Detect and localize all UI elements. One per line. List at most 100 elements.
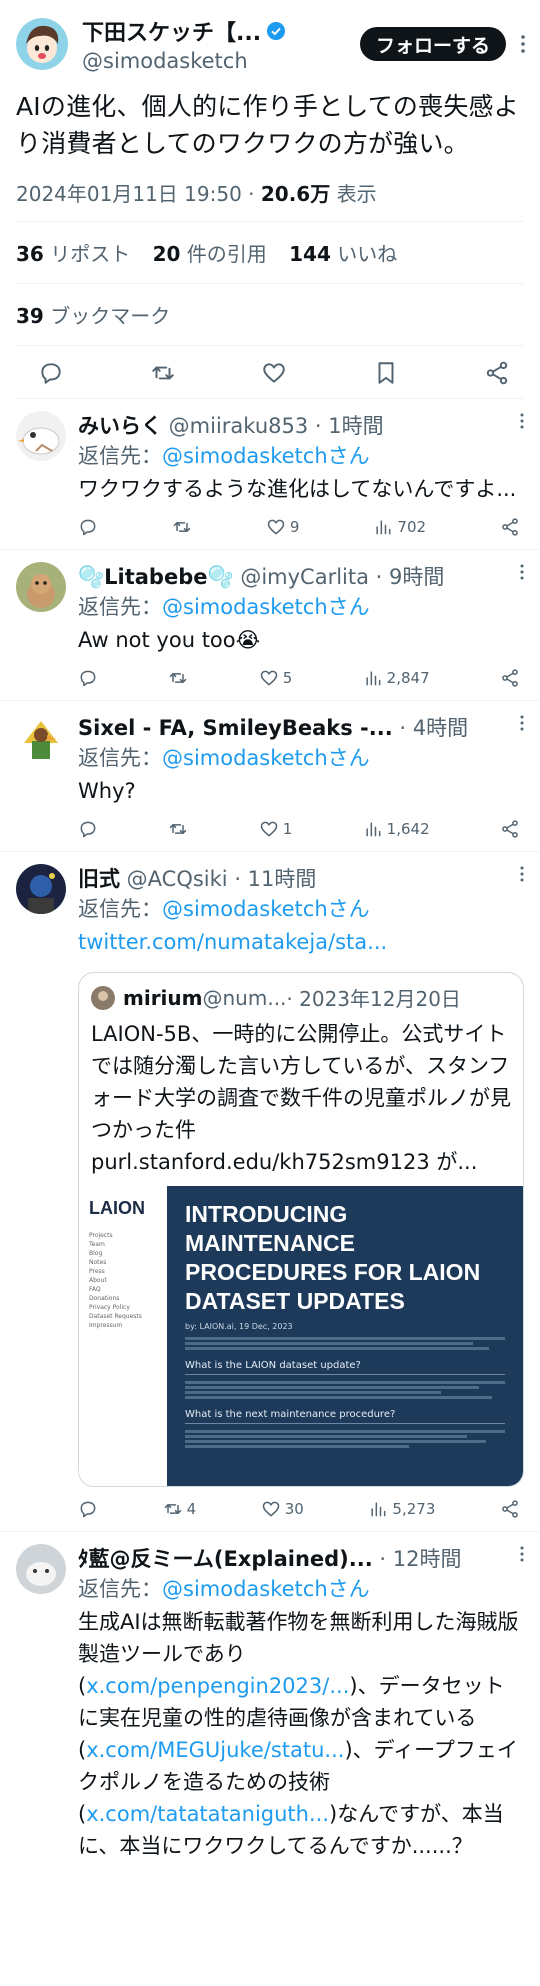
reply-link[interactable]: x.com/penpengin2023/... (86, 1674, 349, 1698)
avatar[interactable] (16, 1544, 66, 1594)
reply-tweet[interactable]: 旧式 @ACQsiki · 11時間 返信先：@simodasketchさん t… (0, 852, 540, 1532)
reply-tweet[interactable]: Sixel - FA, SmileyBeaks -... · 4時間 返信先：@… (0, 701, 540, 852)
reply-header: Sixel - FA, SmileyBeaks -... · 4時間 (78, 713, 524, 743)
share-icon[interactable] (500, 819, 520, 839)
repost-icon[interactable] (168, 668, 188, 688)
like-count: 9 (289, 518, 300, 536)
reply-time[interactable]: · 9時間 (369, 565, 445, 589)
reply-author-name[interactable]: 🫧Litabebe🫧 (78, 565, 234, 589)
verified-badge-icon (266, 21, 286, 41)
repost-count: 4 (186, 1500, 197, 1518)
reply-author-handle[interactable]: @imyCarlita (234, 565, 369, 589)
like-action[interactable]: 5 (259, 668, 293, 688)
reply-link[interactable]: x.com/tatatataniguth... (86, 1802, 329, 1826)
reply-tweet[interactable]: みいらく @miiraku853 · 1時間 返信先：@simodasketch… (0, 399, 540, 550)
share-icon[interactable] (500, 1499, 520, 1519)
repost-icon[interactable] (172, 517, 192, 537)
share-icon[interactable] (500, 668, 520, 688)
quoted-tweet-card[interactable]: mirium @num... · 2023年12月20日 LAION-5B、一時… (78, 972, 524, 1487)
views-action[interactable]: 2,847 (363, 668, 430, 688)
avatar[interactable] (16, 713, 66, 763)
like-count: 5 (282, 669, 293, 687)
nav-item: Projects (89, 1232, 113, 1239)
author-handle[interactable]: @simodasketch (82, 49, 360, 73)
reply-to-mention[interactable]: @simodasketchさん (162, 595, 370, 619)
reply-icon[interactable] (78, 819, 98, 839)
views-count: 702 (397, 518, 427, 536)
reply-time[interactable]: · 12時間 (373, 1547, 461, 1571)
more-options-icon[interactable] (520, 715, 524, 731)
reply-tweet[interactable]: ﾀ藍@反ミーム(Explained)... · 12時間 返信先：@simoda… (0, 1532, 540, 1874)
nav-item: Notes (89, 1259, 107, 1266)
reply-author-name[interactable]: みいらく (78, 414, 162, 438)
share-icon[interactable] (500, 517, 520, 537)
quoted-image[interactable]: LAION Projects Team Blog Notes Press Abo… (79, 1186, 523, 1486)
more-options-icon[interactable] (520, 866, 524, 882)
like-icon (266, 517, 286, 537)
laion-logo: LAION (89, 1198, 145, 1218)
likes-label: いいね (330, 242, 398, 266)
views-action[interactable]: 1,642 (363, 819, 430, 839)
like-action[interactable]: 30 (261, 1499, 304, 1519)
reply-time[interactable]: · 4時間 (393, 716, 468, 740)
reply-text: Why? (78, 779, 136, 803)
reply-author-name[interactable]: Sixel - FA, SmileyBeaks -... (78, 716, 393, 740)
views-action[interactable]: 702 (373, 517, 426, 537)
more-options-icon[interactable] (520, 1546, 524, 1562)
repost-icon[interactable] (168, 819, 188, 839)
reply-action-bar: 5 2,847 (78, 668, 524, 688)
likes-stat[interactable]: 144 いいね (289, 242, 397, 266)
bookmarks-stat[interactable]: 39 ブックマーク (16, 284, 524, 346)
reply-header: ﾀ藍@反ミーム(Explained)... · 12時間 (78, 1544, 524, 1574)
reply-time[interactable]: · 11時間 (228, 867, 316, 891)
reply-text: Aw not you too😭 (78, 628, 261, 652)
author-name[interactable]: 下田スケッチ【... (82, 15, 261, 47)
nav-item: Dataset Requests (89, 1313, 142, 1320)
more-options-icon[interactable] (520, 34, 526, 54)
bookmark-icon[interactable] (373, 360, 399, 386)
views-count: 20.6万 (260, 182, 331, 206)
bookmarks-label: ブックマーク (43, 304, 171, 328)
avatar (91, 985, 115, 1010)
repost-icon[interactable] (150, 360, 176, 386)
more-options-icon[interactable] (520, 413, 524, 429)
reposts-stat[interactable]: 36 リポスト (16, 242, 130, 266)
quotes-stat[interactable]: 20 件の引用 (153, 242, 267, 266)
follow-button[interactable]: フォローする (359, 27, 506, 61)
reply-time[interactable]: · 1時間 (308, 414, 384, 438)
reply-author-name[interactable]: 旧式 (78, 867, 120, 891)
avatar[interactable] (16, 18, 68, 70)
reply-icon[interactable] (38, 360, 64, 386)
reply-link[interactable]: twitter.com/numatakeja/sta... (78, 926, 524, 958)
share-icon[interactable] (484, 360, 510, 386)
views-action[interactable]: 5,273 (368, 1499, 435, 1519)
tweet-text: AIの進化、個人的に作り手としての喪失感より消費者としてのワクワクの方が強い。 (16, 92, 519, 158)
reply-to-mention[interactable]: @simodasketchさん (162, 897, 370, 921)
like-icon[interactable] (261, 360, 287, 386)
avatar[interactable] (16, 864, 66, 914)
reply-tweet[interactable]: 🫧Litabebe🫧 @imyCarlita · 9時間 返信先：@simoda… (0, 550, 540, 701)
reply-author-name[interactable]: ﾀ藍@反ミーム(Explained)... (78, 1547, 373, 1571)
reply-icon[interactable] (78, 517, 98, 537)
author-info: 下田スケッチ【... @simodasketch (82, 15, 360, 73)
reply-icon[interactable] (78, 1499, 98, 1519)
article-headline: INTRODUCING MAINTENANCE PROCEDURES FOR L… (185, 1201, 481, 1314)
like-action[interactable]: 9 (266, 517, 300, 537)
timestamp[interactable]: 2024年01月11日 19:50 (16, 182, 242, 206)
avatar[interactable] (16, 562, 66, 612)
quoted-text-body: LAION-5B、一時的に公開停止。公式サイトでは随分濁した言い方しているが、ス… (91, 1022, 511, 1142)
reply-author-handle[interactable]: @ACQsiki (120, 867, 228, 891)
reply-to-mention[interactable]: @simodasketchさん (162, 746, 370, 770)
reply-body: 🫧Litabebe🫧 @imyCarlita · 9時間 返信先：@simoda… (78, 562, 524, 688)
reply-link[interactable]: x.com/MEGUjuke/statu... (86, 1738, 344, 1762)
repost-action[interactable]: 4 (163, 1499, 197, 1519)
reply-to-line: 返信先：@simodasketchさん (78, 1574, 524, 1604)
quoted-text: LAION-5B、一時的に公開停止。公式サイトでは随分濁した言い方しているが、ス… (79, 1012, 523, 1186)
avatar[interactable] (16, 411, 66, 461)
reply-to-mention[interactable]: @simodasketchさん (162, 1577, 370, 1601)
reply-icon[interactable] (78, 668, 98, 688)
reply-author-handle[interactable]: @miiraku853 (162, 414, 309, 438)
reply-to-mention[interactable]: @simodasketchさん (162, 444, 370, 468)
more-options-icon[interactable] (520, 564, 524, 580)
like-action[interactable]: 1 (259, 819, 292, 839)
